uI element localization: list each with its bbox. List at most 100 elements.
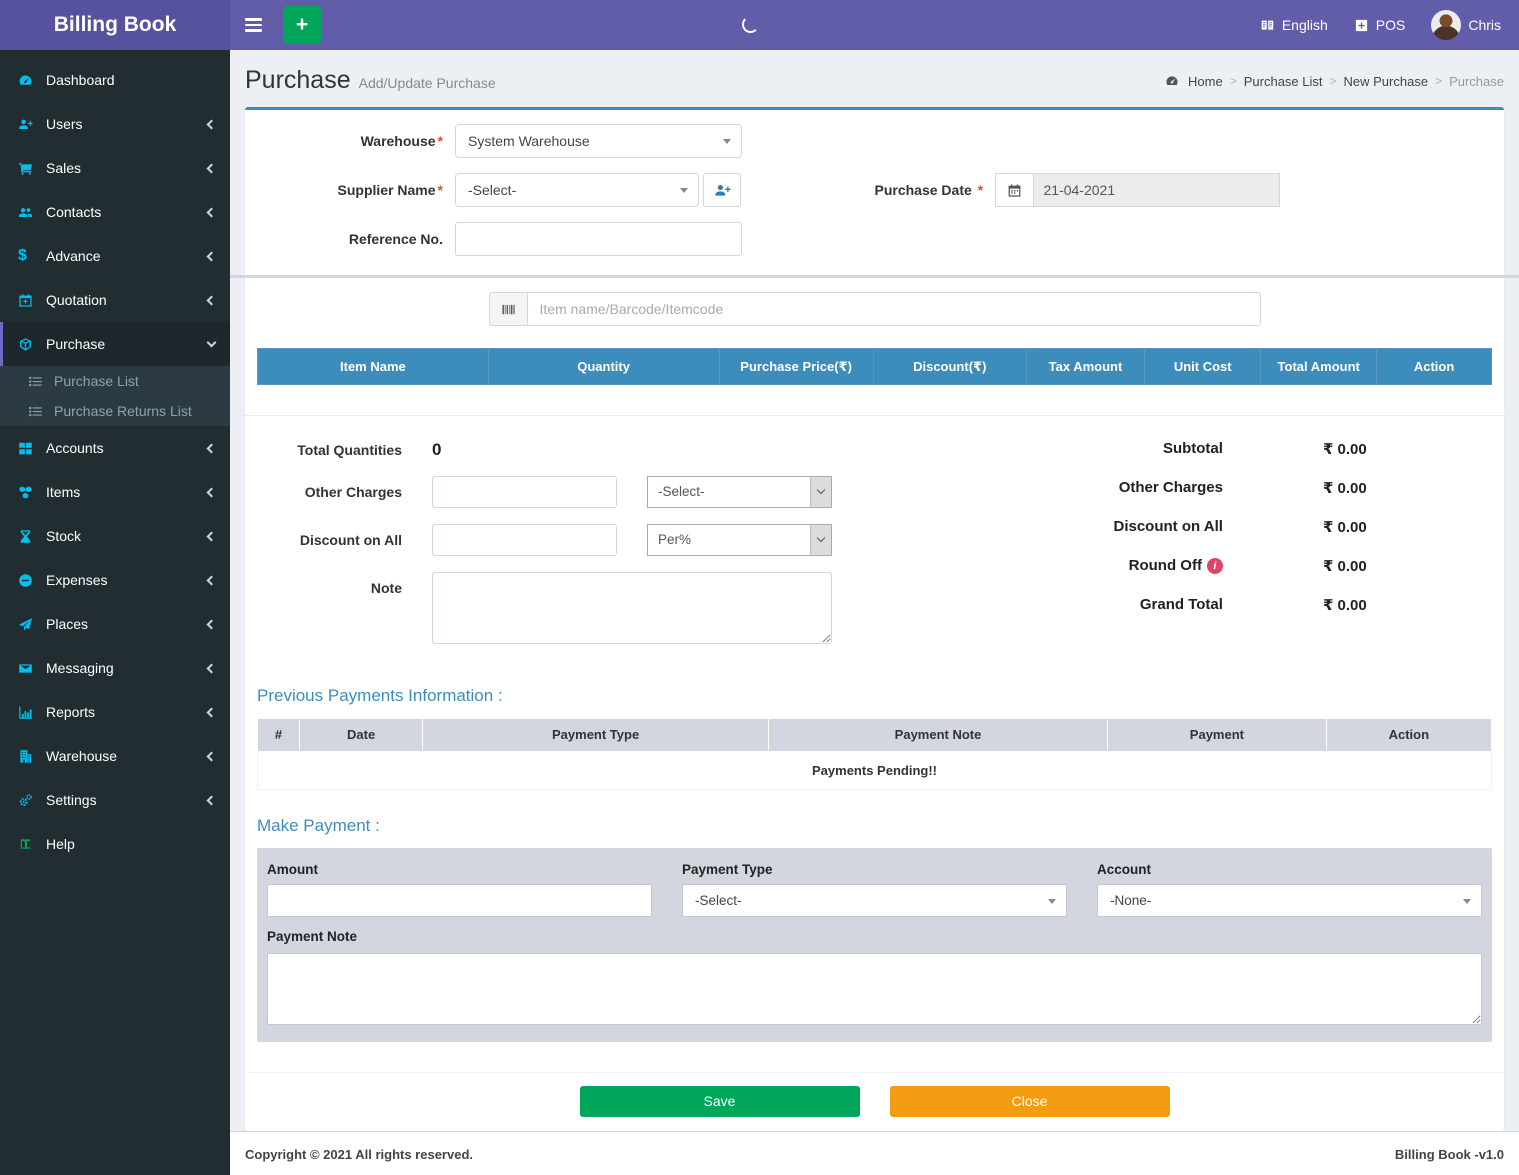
col-pay-action: Action <box>1325 717 1493 752</box>
breadcrumb-home[interactable]: Home <box>1188 74 1223 89</box>
round-off-value: ₹ 0.00 <box>1322 557 1367 575</box>
chevron-left-icon <box>206 707 217 717</box>
payment-note-textarea[interactable] <box>267 952 1482 1025</box>
envelope-icon <box>19 663 32 673</box>
page-subtitle: Add/Update Purchase <box>358 75 496 91</box>
sidebar-item-stock[interactable]: Stock <box>0 514 230 558</box>
account-select[interactable]: -None- <box>1097 883 1482 917</box>
sidebar-item-purchase-list[interactable]: Purchase List <box>0 366 230 396</box>
breadcrumb-purchase-list[interactable]: Purchase List <box>1244 74 1323 89</box>
col-unit-cost: Unit Cost <box>1144 348 1262 385</box>
chevron-down-icon <box>810 524 831 555</box>
reference-input[interactable] <box>455 222 742 256</box>
sidebar-item-users[interactable]: Users <box>0 102 230 146</box>
supplier-select[interactable]: -Select- <box>455 173 699 207</box>
item-search-input[interactable] <box>526 292 1261 326</box>
breadcrumb-current: Purchase <box>1449 73 1504 89</box>
calendar-button[interactable] <box>994 173 1033 207</box>
minus-circle-icon <box>19 573 32 587</box>
chevron-left-icon <box>206 531 217 541</box>
subtotal-value: ₹ 0.00 <box>1322 440 1367 458</box>
copyright-text: Copyright © 2021 All rights reserved. <box>245 1146 474 1162</box>
payment-type-select[interactable]: -Select- <box>682 883 1067 917</box>
grid-icon <box>19 442 32 454</box>
chevron-left-icon <box>206 575 217 585</box>
chevron-left-icon <box>206 663 217 673</box>
paper-plane-icon <box>18 617 32 631</box>
sidebar-item-accounts[interactable]: Accounts <box>0 426 230 470</box>
chevron-down-icon <box>206 337 217 348</box>
sidebar-item-quotation[interactable]: Quotation <box>0 278 230 322</box>
breadcrumb-new-purchase[interactable]: New Purchase <box>1344 74 1429 89</box>
users-icon <box>18 207 33 217</box>
hourglass-icon <box>20 529 31 543</box>
other-charges-input[interactable] <box>432 475 617 508</box>
dollar-icon: $ <box>18 247 27 264</box>
supplier-label: Supplier Name * <box>337 182 443 198</box>
note-label: Note <box>370 579 402 596</box>
sidebar-item-dashboard[interactable]: Dashboard <box>0 58 230 102</box>
total-quantities-label: Total Quantities <box>297 441 402 458</box>
version-text: Billing Book -v1.0 <box>1394 1146 1504 1162</box>
sidebar-item-advance[interactable]: $ Advance <box>0 234 230 278</box>
sidebar-item-sales[interactable]: Sales <box>0 146 230 190</box>
sidebar-item-purchase[interactable]: Purchase <box>0 322 230 366</box>
col-purchase-price: Purchase Price(₹) <box>718 348 874 385</box>
previous-payments-heading: Previous Payments Information : <box>257 685 503 705</box>
bar-chart-icon <box>19 705 32 719</box>
amount-input[interactable] <box>267 883 652 917</box>
user-avatar <box>1431 10 1462 40</box>
language-menu[interactable]: English <box>1260 17 1328 33</box>
list-icon <box>29 376 42 386</box>
sidebar-item-places[interactable]: Places <box>0 602 230 646</box>
sidebar-item-expenses[interactable]: Expenses <box>0 558 230 602</box>
items-table: Item Name Quantity Purchase Price(₹) Dis… <box>257 348 1492 413</box>
pos-menu[interactable]: POS <box>1354 17 1405 33</box>
warehouse-select[interactable]: System Warehouse <box>455 124 742 158</box>
calendar-plus-icon <box>19 293 32 307</box>
close-button[interactable]: Close <box>889 1085 1170 1117</box>
subtotal-label: Subtotal <box>1162 440 1223 457</box>
sidebar-toggle-icon[interactable] <box>230 0 277 50</box>
cart-icon <box>18 162 33 175</box>
save-button[interactable]: Save <box>579 1085 860 1117</box>
add-supplier-button[interactable] <box>703 173 741 207</box>
info-icon[interactable]: i <box>1206 557 1223 574</box>
building-icon <box>20 749 32 763</box>
app-logo[interactable]: Billing Book <box>0 0 230 50</box>
quick-add-button[interactable]: + <box>283 6 321 44</box>
plus-square-icon <box>1355 19 1367 31</box>
page-footer: Copyright © 2021 All rights reserved. Bi… <box>230 1130 1519 1175</box>
top-navbar: Billing Book + English POS Chris <box>0 0 1519 50</box>
sidebar-item-messaging[interactable]: Messaging <box>0 646 230 690</box>
grand-total-label: Grand Total <box>1139 596 1223 613</box>
col-date: Date <box>298 717 424 752</box>
sidebar-item-reports[interactable]: Reports <box>0 690 230 734</box>
gears-icon <box>19 793 32 806</box>
purchase-date-label: Purchase Date * <box>874 182 984 198</box>
discount-on-all-label: Discount on All <box>299 531 402 548</box>
sidebar-item-contacts[interactable]: Contacts <box>0 190 230 234</box>
sidebar-item-items[interactable]: Items <box>0 470 230 514</box>
other-charges-summary-label: Other Charges <box>1118 479 1223 496</box>
sidebar-item-settings[interactable]: Settings <box>0 778 230 822</box>
sidebar-item-purchase-returns-list[interactable]: Purchase Returns List <box>0 396 230 426</box>
chevron-left-icon <box>206 119 217 129</box>
user-plus-icon <box>19 119 33 129</box>
cubes-icon <box>19 486 32 498</box>
note-textarea[interactable] <box>432 571 832 644</box>
purchase-date-input[interactable] <box>1032 173 1280 207</box>
discount-type-select[interactable]: Per% <box>647 523 832 556</box>
cube-icon <box>20 337 31 351</box>
other-charges-label: Other Charges <box>304 483 402 500</box>
sidebar-item-warehouse[interactable]: Warehouse <box>0 734 230 778</box>
other-charges-type-select[interactable]: -Select- <box>647 475 832 508</box>
col-tax-amount: Tax Amount <box>1025 348 1146 385</box>
user-menu[interactable]: Chris <box>1431 10 1501 40</box>
discount-on-all-input[interactable] <box>432 523 617 556</box>
language-label: English <box>1281 17 1328 33</box>
user-plus-icon <box>714 184 731 196</box>
discount-summary-label: Discount on All <box>1113 518 1223 535</box>
sidebar-item-help[interactable]: Help <box>0 822 230 866</box>
col-item-name: Item Name <box>257 348 489 385</box>
